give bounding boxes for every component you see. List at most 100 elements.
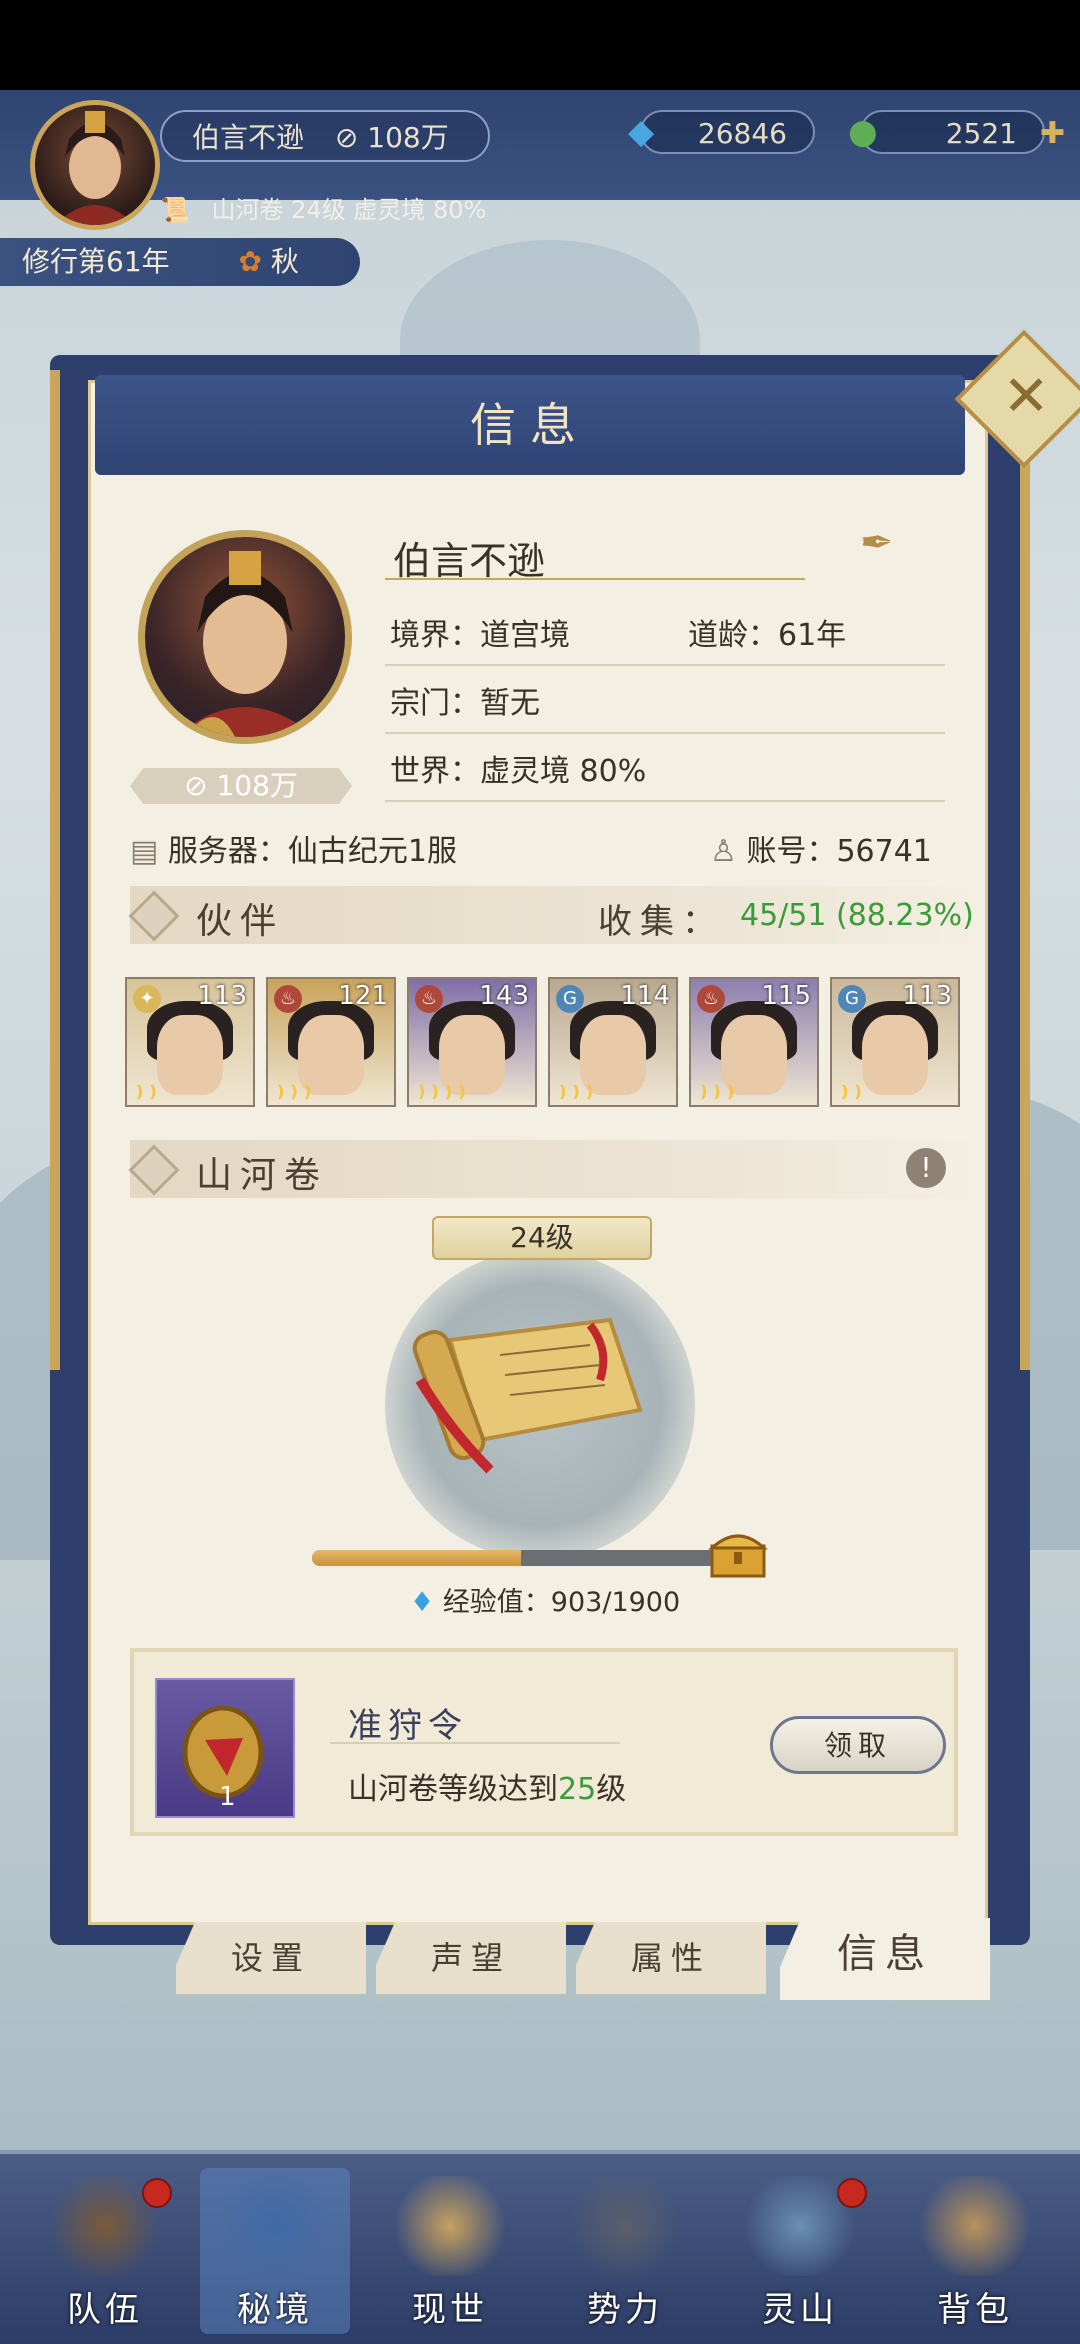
star-icons: ❫❫❫❫ [415, 1082, 469, 1101]
scroll-summary-text: 山河卷 24级 虚灵境 80% [211, 196, 487, 224]
tab-reputation[interactable]: 声望 [376, 1922, 566, 1994]
nav-label: 现世 [412, 2290, 488, 2330]
add-jade-icon[interactable]: ✚ [1040, 112, 1065, 156]
element-icon: ♨ [274, 985, 302, 1013]
scroll-level-badge: 24级 [432, 1216, 652, 1260]
notification-dot [142, 2178, 172, 2208]
divider [385, 664, 945, 666]
season-label: 秋 [270, 245, 299, 278]
divider [330, 1742, 620, 1744]
reward-count: 1 [219, 1782, 236, 1812]
element-icon: ✦ [133, 985, 161, 1013]
element-icon: G [838, 985, 866, 1013]
left-rod [50, 370, 60, 1370]
scroll-summary: 📜 山河卷 24级 虚灵境 80% [160, 190, 486, 225]
reward-description: 山河卷等级达到25级 [348, 1764, 626, 1808]
panel-title: 信息 [95, 375, 965, 475]
account-info: ♙ 账号：56741 [710, 826, 932, 870]
nav-label: 队伍 [67, 2290, 143, 2330]
treasure-chest-icon[interactable] [708, 1528, 768, 1580]
server-icon: ▤ [130, 834, 159, 869]
account-icon: ♙ [710, 834, 737, 869]
nav-icon [395, 2176, 505, 2276]
partner-card[interactable]: ♨ 115 ❫❫❫ [689, 977, 819, 1107]
crystal-value: 26846 [697, 117, 787, 150]
reward-desc-level: 25 [558, 1772, 597, 1807]
partners-title: 伙伴 [196, 901, 285, 942]
nav-item[interactable]: 背包 [900, 2168, 1050, 2334]
nav-item[interactable]: 现世 [375, 2168, 525, 2334]
partner-level: 113 [902, 981, 952, 1011]
star-icons: ❫❫ [838, 1082, 865, 1101]
divider [385, 800, 945, 802]
crystal-icon: ◆ [628, 112, 655, 152]
partner-card[interactable]: ✦ 113 ❫❫ [125, 977, 255, 1107]
jade-counter[interactable]: ● 2521 ✚ [848, 110, 1065, 154]
element-icon: ♨ [697, 985, 725, 1013]
nav-label: 秘境 [237, 2290, 313, 2330]
status-bar [0, 0, 1080, 90]
jade-icon: ● [848, 112, 878, 152]
exp-label: ♦ 经验值：903/1900 [410, 1580, 680, 1619]
jade-value: 2521 [945, 117, 1017, 150]
element-icon: ♨ [415, 985, 443, 1013]
partner-level: 113 [197, 981, 247, 1011]
partner-card[interactable]: G 114 ❫❫❫ [548, 977, 678, 1107]
brush-icon: ✒ [860, 520, 894, 566]
nav-label: 灵山 [762, 2290, 838, 2330]
notification-dot [837, 2178, 867, 2208]
right-rod [1020, 370, 1030, 1370]
reward-desc-prefix: 山河卷等级达到 [348, 1772, 558, 1807]
tab-attributes[interactable]: 属性 [576, 1922, 766, 1994]
partner-card[interactable]: ♨ 143 ❫❫❫❫ [407, 977, 537, 1107]
star-icons: ❫❫❫ [274, 1082, 315, 1101]
sect-text: 宗门：暂无 [390, 686, 540, 721]
partner-card[interactable]: G 113 ❫❫ [830, 977, 960, 1107]
divider [385, 732, 945, 734]
collect-label: 收集： [598, 902, 724, 942]
server-text: 服务器：仙古纪元1服 [167, 834, 457, 869]
nav-item[interactable]: 秘境 [200, 2168, 350, 2334]
star-icons: ❫❫❫ [556, 1082, 597, 1101]
claim-button[interactable]: 领取 [770, 1716, 946, 1774]
power-icon: ⊘ [184, 769, 217, 802]
player-name-bar[interactable]: 伯言不逊 ⊘ 108万 [160, 110, 490, 162]
info-icon[interactable]: ! [906, 1148, 946, 1188]
player-avatar[interactable] [30, 100, 160, 230]
star-icons: ❫❫❫ [697, 1082, 738, 1101]
profile-portrait [138, 530, 352, 744]
crystal-counter[interactable]: ◆ 26846 [628, 110, 815, 154]
dao-age-text: 道龄：61年 [688, 618, 847, 653]
profile-name: 伯言不逊 [393, 539, 546, 583]
power-icon: ⊘ [334, 121, 359, 154]
realm-text: 境界：道宫境 [390, 618, 570, 653]
nav-item[interactable]: 势力 [550, 2168, 700, 2334]
partner-level: 143 [479, 981, 529, 1011]
partner-card[interactable]: ♨ 121 ❫❫❫ [266, 977, 396, 1107]
nav-label: 势力 [587, 2290, 663, 2330]
profile-power: 108万 [216, 769, 298, 802]
partner-level: 115 [761, 981, 811, 1011]
star-icons: ❫❫ [133, 1082, 160, 1101]
name-underline [385, 578, 805, 580]
player-name: 伯言不逊 [192, 121, 305, 154]
cultivation-bar: 修行第61年 ✿ 秋 [0, 238, 360, 286]
reward-item-icon[interactable]: 1 [155, 1678, 295, 1818]
maple-icon: ✿ [238, 245, 263, 278]
tab-settings[interactable]: 设置 [176, 1922, 366, 1994]
player-power: 108万 [367, 121, 449, 154]
collect-value: 45/51 (88.23%) [740, 898, 974, 933]
scroll-icon: 📜 [160, 196, 190, 224]
partner-level: 121 [338, 981, 388, 1011]
element-icon: G [556, 985, 584, 1013]
flame-icon: ♦ [410, 1587, 435, 1618]
nav-icon [220, 2176, 330, 2276]
scroll-title: 山河卷 [196, 1155, 329, 1196]
tab-info[interactable]: 信息 [780, 1918, 990, 2000]
close-icon: ✕ [1002, 363, 1050, 429]
partner-face [157, 1015, 223, 1095]
scroll-icon[interactable] [410, 1300, 660, 1480]
partner-face [862, 1015, 928, 1095]
cultivation-year: 修行第61年 [22, 245, 170, 278]
nav-label: 背包 [937, 2290, 1013, 2330]
